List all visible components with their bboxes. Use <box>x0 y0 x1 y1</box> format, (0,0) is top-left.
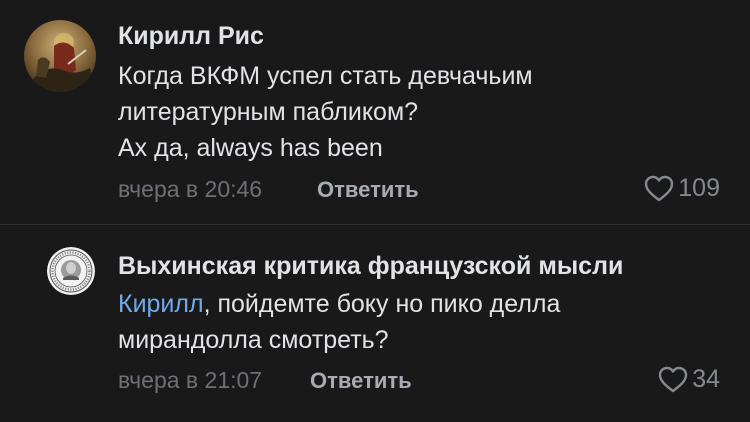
comment-text-part: , пойдемте боку но пико делла <box>203 290 561 318</box>
comment-line: Когда ВКФМ успел стать девчачьим <box>118 62 533 90</box>
reply-button[interactable]: Ответить <box>310 368 412 394</box>
comment-line: Кирилл, пойдемте боку но пико делла <box>118 286 560 322</box>
like-button[interactable]: 109 <box>644 174 720 203</box>
painting-avatar-icon <box>24 20 96 92</box>
like-button[interactable]: 34 <box>658 365 720 394</box>
heart-outline-icon <box>658 366 688 392</box>
comment-line: литературным пабликом? <box>118 98 419 126</box>
comment-timestamp[interactable]: вчера в 21:07 <box>118 367 262 394</box>
comment-item: Кирилл Рис Когда ВКФМ успел стать девчач… <box>0 0 750 224</box>
divider <box>0 224 750 225</box>
like-count: 109 <box>678 174 720 202</box>
mention-link[interactable]: Кирилл <box>118 290 204 318</box>
avatar[interactable] <box>47 247 95 295</box>
avatar[interactable] <box>24 20 96 92</box>
comment-text: Когда ВКФМ успел стать девчачьим литерат… <box>118 58 533 166</box>
comment-line: мирандолла смотреть? <box>118 326 389 354</box>
comment-text: Кирилл, пойдемте боку но пико делла мира… <box>118 286 560 358</box>
heart-outline-icon <box>645 175 674 201</box>
round-seal-avatar-icon <box>47 247 95 295</box>
comment-author[interactable]: Выхинская критика французской мысли <box>118 252 623 281</box>
like-count: 34 <box>692 365 720 393</box>
comments-feed: Кирилл Рис Когда ВКФМ успел стать девчач… <box>0 0 750 422</box>
comment-line: Ах да, always has been <box>118 134 383 162</box>
comment-timestamp[interactable]: вчера в 20:46 <box>118 176 262 203</box>
comment-author[interactable]: Кирилл Рис <box>118 22 264 51</box>
comment-item: Выхинская критика французской мысли Кири… <box>0 226 750 422</box>
reply-button[interactable]: Ответить <box>317 177 419 203</box>
